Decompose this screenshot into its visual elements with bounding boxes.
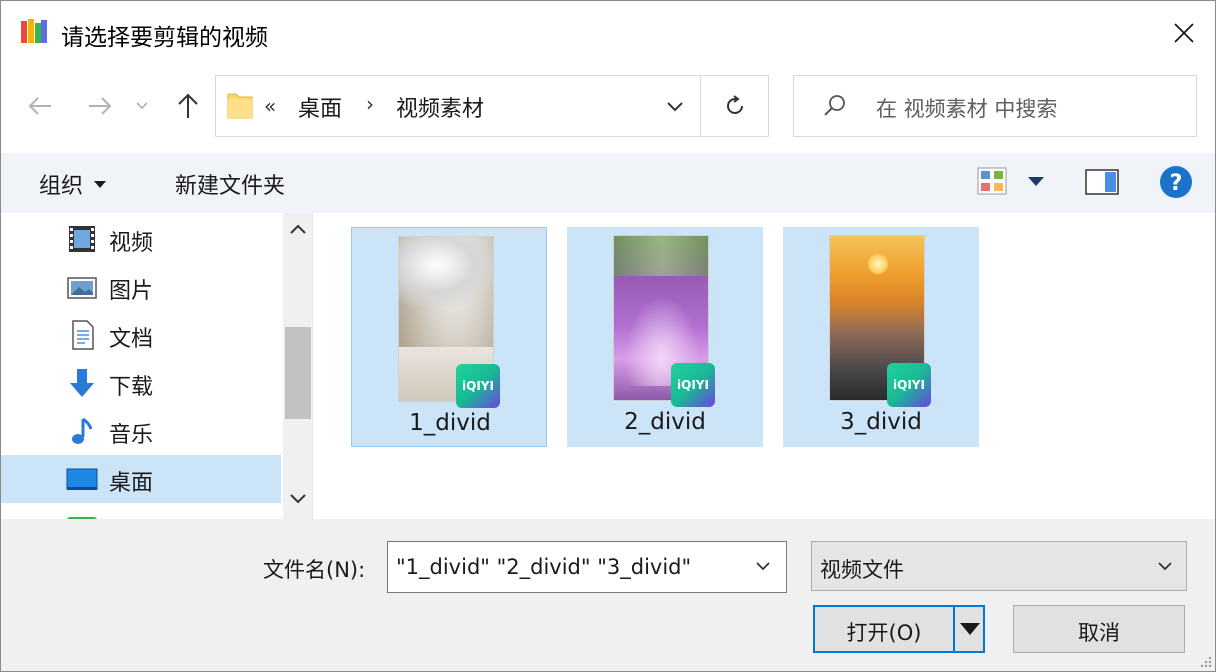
arrow-up-icon <box>178 93 198 118</box>
open-button[interactable]: 打开(O) <box>813 605 985 653</box>
recent-locations-button[interactable] <box>131 89 153 123</box>
file-name: 3_divid <box>840 409 922 435</box>
resize-grip-icon[interactable] <box>1197 653 1213 669</box>
folder-icon <box>227 93 253 119</box>
address-divider <box>700 76 701 136</box>
filetype-value: 视频文件 <box>820 558 904 582</box>
change-view-icon[interactable] <box>977 167 1007 195</box>
sidebar-item-downloads[interactable]: 下载 <box>1 359 281 407</box>
bottom-panel: 文件名(N): "1_divid" "2_divid" "3_divid" 视频… <box>1 519 1215 671</box>
help-icon[interactable]: ? <box>1159 165 1193 199</box>
refresh-button[interactable] <box>702 76 768 136</box>
sidebar-item-documents[interactable]: 文档 <box>1 311 281 359</box>
file-open-dialog: 请选择要剪辑的视频 « 桌面 › 视频素材 在 视频素材 中搜索 组织 新建文件… <box>0 0 1216 672</box>
sidebar-item-music[interactable]: 音乐 <box>1 407 281 455</box>
arrow-right-icon <box>89 97 112 115</box>
scrollbar-thumb[interactable] <box>285 327 311 419</box>
forward-button[interactable] <box>83 89 117 123</box>
breadcrumb-video-material[interactable]: 视频素材 <box>396 91 484 123</box>
file-name: 1_divid <box>409 410 491 436</box>
sidebar-item-desktop[interactable]: 桌面 <box>1 455 281 503</box>
overflow-chevron[interactable]: « <box>264 94 276 118</box>
title-bar: 请选择要剪辑的视频 <box>1 1 1215 63</box>
cancel-button[interactable]: 取消 <box>1013 605 1185 653</box>
filetype-select[interactable]: 视频文件 <box>811 541 1187 591</box>
search-placeholder: 在 视频素材 中搜索 <box>876 97 1058 121</box>
file-item-1[interactable]: iQIYI 1_divid <box>351 227 547 447</box>
chevron-down-icon[interactable] <box>287 491 309 507</box>
cancel-label: 取消 <box>1078 621 1120 645</box>
preview-pane-icon[interactable] <box>1085 168 1119 196</box>
iqiyi-badge-icon: iQIYI <box>887 363 931 407</box>
search-input[interactable]: 在 视频素材 中搜索 <box>793 75 1197 137</box>
sidebar-item-label: 视频 <box>109 231 154 256</box>
sidebar-item-label: 文档 <box>109 327 154 352</box>
sidebar-item-label: 下载 <box>109 375 154 400</box>
close-icon <box>1174 23 1194 43</box>
video-icon <box>69 226 95 252</box>
open-label: 打开(O) <box>846 621 922 645</box>
app-icon <box>21 19 47 43</box>
caret-down-icon <box>94 181 107 188</box>
close-button[interactable] <box>1161 11 1207 55</box>
file-name: 2_divid <box>624 409 706 435</box>
caret-down-icon[interactable] <box>959 621 981 637</box>
music-icon <box>72 417 93 444</box>
split-divider <box>953 607 955 651</box>
chevron-down-icon <box>1158 562 1172 571</box>
organize-button[interactable]: 组织 <box>39 168 107 200</box>
new-folder-button[interactable]: 新建文件夹 <box>175 168 285 200</box>
iqiyi-badge-icon: iQIYI <box>671 363 715 407</box>
address-dropdown-button[interactable] <box>652 90 698 124</box>
command-bar: 组织 新建文件夹 ? <box>1 153 1215 213</box>
sidebar-item-videos[interactable]: 视频 <box>1 215 281 263</box>
file-item-3[interactable]: iQIYI 3_divid <box>783 227 979 447</box>
svg-text:?: ? <box>1170 171 1183 196</box>
chevron-up-icon[interactable] <box>287 221 309 237</box>
sidebar-item-partial[interactable] <box>1 505 281 519</box>
documents-icon <box>72 320 94 350</box>
desktop-icon <box>66 468 98 490</box>
file-list: iQIYI 1_divid iQIYI 2_divid iQIYI 3_divi… <box>314 213 1215 519</box>
sidebar-scrollbar[interactable] <box>283 213 312 519</box>
sidebar-item-pictures[interactable]: 图片 <box>1 263 281 311</box>
download-icon <box>70 369 94 397</box>
view-options-dropdown-icon[interactable] <box>1027 175 1045 187</box>
filename-label: 文件名(N): <box>263 558 366 582</box>
refresh-icon <box>727 95 743 114</box>
navigation-pane: 视频 图片 文档 下载 音乐 桌面 <box>1 213 313 519</box>
chevron-down-icon <box>136 102 148 110</box>
pictures-icon <box>67 277 97 299</box>
sidebar-item-label: 桌面 <box>109 471 154 496</box>
dialog-title: 请选择要剪辑的视频 <box>61 25 268 51</box>
organize-label: 组织 <box>39 174 84 199</box>
iqiyi-badge-icon: iQIYI <box>456 364 500 408</box>
back-button[interactable] <box>23 89 57 123</box>
filename-value: "1_divid" "2_divid" "3_divid" <box>396 555 692 579</box>
breadcrumb-desktop[interactable]: 桌面 <box>298 91 342 123</box>
address-bar[interactable]: « 桌面 › 视频素材 <box>215 75 769 137</box>
chevron-down-icon <box>667 102 683 112</box>
up-button[interactable] <box>171 89 205 123</box>
sidebar-item-label: 图片 <box>109 279 154 304</box>
sidebar-item-label: 音乐 <box>109 423 154 448</box>
search-icon <box>824 95 845 116</box>
chevron-down-icon[interactable] <box>754 556 772 576</box>
arrow-left-icon <box>28 97 51 115</box>
filename-field[interactable]: "1_divid" "2_divid" "3_divid" <box>387 541 787 593</box>
breadcrumb-separator[interactable]: › <box>366 92 374 116</box>
file-item-2[interactable]: iQIYI 2_divid <box>567 227 763 447</box>
navigation-row: « 桌面 › 视频素材 在 视频素材 中搜索 <box>1 63 1215 153</box>
